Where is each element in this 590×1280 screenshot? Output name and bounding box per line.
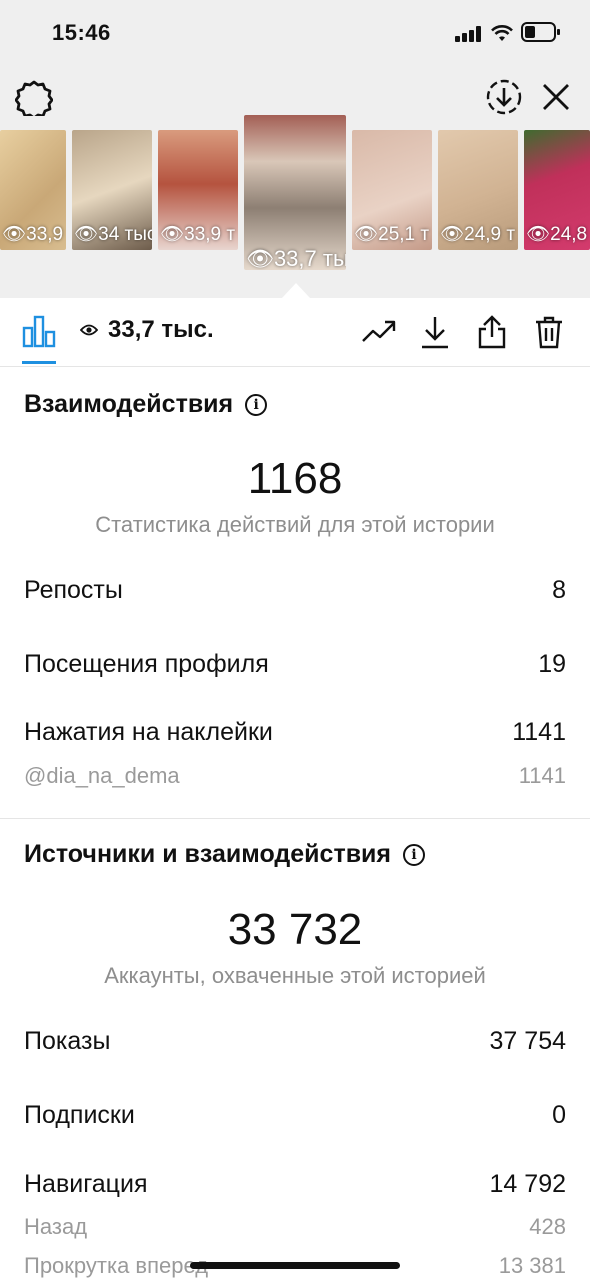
stat-label: Прокрутка вперед — [24, 1253, 209, 1278]
story-thumbnail[interactable]: 👁33,9 т — [0, 130, 66, 250]
stat-value: 428 — [529, 1214, 566, 1239]
info-icon[interactable]: i — [403, 843, 426, 866]
story-views: 👁25,1 т — [354, 224, 430, 245]
download-icon — [422, 317, 448, 349]
eye-icon: 👁 — [2, 224, 27, 245]
info-icon[interactable]: i — [245, 393, 268, 416]
gear-icon — [15, 80, 53, 116]
story-thumbnail[interactable]: 👁25,1 т — [352, 130, 432, 250]
stat-value: 1141 — [512, 718, 566, 746]
battery-icon — [521, 22, 560, 42]
trend-icon — [362, 320, 396, 342]
discovery-caption: Аккаунты, охваченные этой историей — [104, 963, 486, 988]
discovery-title: Источники и взаимодействия i — [24, 840, 426, 869]
promote-button[interactable] — [359, 312, 399, 352]
eye-icon: 👁 — [160, 224, 185, 245]
status-bar: 15:46 — [0, 0, 590, 64]
eye-icon: 👁 — [246, 246, 274, 270]
close-icon — [543, 84, 569, 110]
stat-label: Подписки — [24, 1101, 135, 1129]
eye-icon: 👁 — [526, 224, 551, 245]
stat-value: 14 792 — [489, 1170, 566, 1198]
story-thumbnail[interactable]: 👁24,8 — [524, 130, 590, 250]
home-indicator[interactable] — [190, 1262, 400, 1269]
stat-label: Показы — [24, 1027, 111, 1055]
interactions-title: Взаимодействия i — [24, 390, 268, 419]
stat-value: 8 — [552, 576, 566, 604]
stat-row-back: Назад 428 — [24, 1214, 566, 1240]
stat-row-impressions: Показы 37 754 — [24, 1027, 566, 1056]
share-button[interactable] — [472, 312, 512, 352]
stat-value: 37 754 — [489, 1027, 566, 1055]
stat-label: Назад — [24, 1214, 88, 1239]
story-thumbnail[interactable]: 👁24,9 т — [438, 130, 518, 250]
stat-value: 13 381 — [498, 1253, 566, 1278]
interactions-total: 1168 — [247, 454, 343, 503]
story-thumbnail[interactable]: 👁33,9 т — [158, 130, 238, 250]
eye-icon — [80, 324, 98, 336]
stat-label: Репосты — [24, 576, 123, 604]
story-views: 👁33,7 тыс. — [246, 246, 346, 270]
eye-icon: 👁 — [440, 224, 465, 245]
eye-icon: 👁 — [74, 224, 99, 245]
active-tab-indicator — [22, 361, 56, 364]
views-total: 33,7 тыс. — [80, 316, 214, 344]
insights-toolbar: 33,7 тыс. — [0, 298, 590, 367]
wifi-icon — [491, 25, 513, 41]
active-story-pointer — [282, 283, 310, 298]
stat-row-sticker-mention: @dia_na_dema 1141 — [24, 763, 566, 789]
stat-label: Посещения профиля — [24, 650, 269, 678]
stat-row-profile-visits: Посещения профиля 19 — [24, 650, 566, 679]
trash-icon — [536, 316, 562, 349]
stat-label: @dia_na_dema — [24, 763, 180, 788]
interactions-caption: Статистика действий для этой истории — [95, 512, 495, 537]
stat-row-navigation: Навигация 14 792 — [24, 1170, 566, 1199]
story-views: 👁33,9 т — [160, 224, 236, 245]
share-icon — [478, 315, 506, 349]
eye-icon: 👁 — [354, 224, 379, 245]
close-button[interactable] — [536, 77, 576, 117]
bar-chart-icon — [22, 315, 56, 348]
stat-row-reposts: Репосты 8 — [24, 576, 566, 605]
story-header-area: 15:46 👁33,9 т — [0, 0, 590, 298]
stat-row-follows: Подписки 0 — [24, 1101, 566, 1130]
save-story-button[interactable] — [484, 77, 524, 117]
delete-button[interactable] — [529, 312, 569, 352]
cellular-signal-icon — [455, 26, 483, 42]
stat-value: 19 — [538, 650, 566, 678]
story-thumbnail-active[interactable]: 👁33,7 тыс. — [244, 115, 346, 270]
stories-strip: 👁33,9 т 👁34 тыс 👁33,9 т 👁33,7 тыс. 👁25,1… — [0, 115, 590, 270]
story-views: 👁24,8 — [526, 224, 588, 245]
settings-button[interactable] — [14, 77, 54, 117]
download-circle-icon — [486, 79, 522, 115]
stat-label: Нажатия на наклейки — [24, 718, 273, 746]
story-views: 👁24,9 т — [440, 224, 516, 245]
story-views: 👁34 тыс — [74, 224, 152, 245]
story-views: 👁33,9 т — [2, 224, 66, 245]
section-divider — [0, 818, 590, 819]
download-button[interactable] — [415, 312, 455, 352]
stat-row-sticker-taps: Нажатия на наклейки 1141 — [24, 718, 566, 747]
stat-value: 1141 — [518, 763, 566, 788]
story-thumbnail[interactable]: 👁34 тыс — [72, 130, 152, 250]
tab-insights[interactable] — [22, 314, 56, 353]
status-time: 15:46 — [52, 20, 111, 45]
stat-label: Навигация — [24, 1170, 148, 1198]
discovery-total: 33 732 — [227, 905, 363, 954]
stat-value: 0 — [552, 1101, 566, 1129]
